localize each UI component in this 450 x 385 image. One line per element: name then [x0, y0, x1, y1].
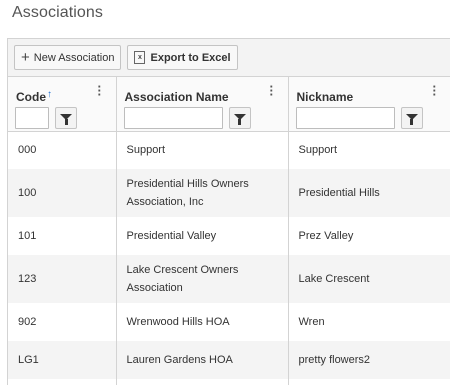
code-filter-input[interactable]	[15, 107, 49, 129]
cell-nickname: pretty flowers2	[288, 341, 450, 379]
new-association-button[interactable]: + New Association	[14, 45, 122, 70]
cell-nickname: Lake Crescent	[288, 255, 450, 303]
associations-grid: + New Association x Export to Excel Code…	[7, 38, 450, 385]
column-title-code[interactable]: Code↑	[16, 89, 52, 104]
cell-association-name: Support	[116, 131, 289, 169]
kebab-menu-icon[interactable]: · · ·	[270, 80, 274, 101]
cell-code: 100	[8, 169, 117, 217]
cell-nickname: Presidential Hills	[288, 169, 450, 217]
page-header: Associations	[0, 0, 450, 34]
table-row[interactable]: 101 Presidential Valley Prez Valley	[8, 217, 450, 255]
cell-nickname: Wren	[288, 303, 450, 341]
filter-icon	[60, 114, 72, 125]
cell-code: 123	[8, 255, 117, 303]
table-row[interactable]: 123 Lake Crescent Owners Association Lak…	[8, 255, 450, 303]
filter-icon	[233, 114, 246, 125]
page-title: Associations	[12, 4, 104, 21]
cell-code: LG1	[8, 341, 117, 379]
table-row-partial	[8, 379, 450, 385]
nickname-filter-button[interactable]	[400, 107, 423, 129]
sort-ascending-icon: ↑	[47, 89, 52, 100]
column-header-association-name[interactable]: Association Name · · ·	[116, 77, 289, 132]
associations-table: Code↑ · · · Association Name · · · Nickn…	[8, 77, 450, 385]
cell-code: 101	[8, 217, 117, 255]
cell-association-name: Lauren Gardens HOA	[116, 341, 289, 379]
association-name-filter-input[interactable]	[123, 107, 223, 129]
excel-icon: x	[134, 51, 146, 64]
column-title-association-name[interactable]: Association Name	[125, 90, 229, 104]
cell-nickname: Prez Valley	[288, 217, 450, 255]
cell-nickname: Support	[288, 131, 450, 169]
table-row[interactable]: 000 Support Support	[8, 131, 450, 169]
filter-icon	[405, 114, 418, 125]
cell-code: 902	[8, 303, 117, 341]
cell-association-name: Presidential Valley	[116, 217, 289, 255]
kebab-menu-icon[interactable]: · · ·	[98, 80, 102, 101]
table-row[interactable]: 902 Wrenwood Hills HOA Wren	[8, 303, 450, 341]
cell-association-name: Lake Crescent Owners Association	[116, 255, 289, 303]
column-header-nickname[interactable]: Nickname · · ·	[288, 77, 450, 132]
grid-toolbar: + New Association x Export to Excel	[8, 39, 450, 77]
column-title-nickname[interactable]: Nickname	[297, 90, 354, 104]
nickname-filter-input[interactable]	[295, 107, 395, 129]
column-header-code[interactable]: Code↑ · · ·	[8, 77, 117, 132]
plus-icon: +	[21, 49, 30, 66]
association-name-filter-button[interactable]	[228, 107, 251, 129]
new-association-label: New Association	[33, 51, 115, 64]
cell-code: 000	[8, 131, 117, 169]
table-row[interactable]: 100 Presidential Hills Owners Associatio…	[8, 169, 450, 217]
cell-association-name: Presidential Hills Owners Association, I…	[116, 169, 289, 217]
export-to-excel-label: Export to Excel	[150, 51, 231, 64]
code-filter-button[interactable]	[55, 107, 77, 129]
kebab-menu-icon[interactable]: · · ·	[433, 80, 437, 101]
table-row[interactable]: LG1 Lauren Gardens HOA pretty flowers2	[8, 341, 450, 379]
export-to-excel-button[interactable]: x Export to Excel	[127, 45, 238, 70]
cell-association-name: Wrenwood Hills HOA	[116, 303, 289, 341]
